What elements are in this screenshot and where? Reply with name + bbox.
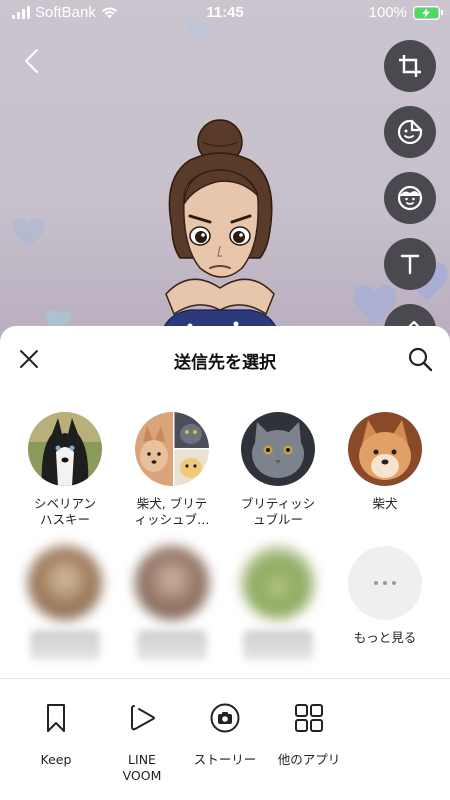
share-story-button[interactable]: ストーリー bbox=[180, 702, 270, 768]
friend-avatar-blurred bbox=[241, 546, 315, 620]
search-icon bbox=[408, 347, 433, 372]
friend-item-blurred[interactable] bbox=[15, 546, 115, 660]
heart-decoration bbox=[12, 218, 46, 248]
friend-item-blurred[interactable] bbox=[228, 546, 328, 660]
crop-icon bbox=[399, 55, 421, 77]
friend-name-blurred bbox=[137, 630, 207, 660]
friend-name: 柴犬, ブリテ ィッシュブ… bbox=[134, 496, 210, 527]
camera-story-icon bbox=[210, 703, 240, 733]
friend-name: 柴犬 bbox=[372, 496, 398, 511]
divider bbox=[0, 678, 450, 679]
more-dots-icon bbox=[348, 546, 422, 620]
friend-item[interactable]: 柴犬, ブリテ ィッシュブ… bbox=[122, 412, 222, 528]
share-keep-button[interactable]: Keep bbox=[11, 702, 101, 768]
more-button[interactable]: もっと見る bbox=[335, 546, 435, 646]
friend-item[interactable]: ブリティッシ ュブルー bbox=[228, 412, 328, 528]
share-label: ストーリー bbox=[193, 752, 257, 767]
friend-name: ブリティッシ ュブルー bbox=[240, 496, 316, 527]
text-button[interactable] bbox=[384, 238, 436, 290]
avatar-face-icon bbox=[397, 185, 423, 211]
avatar-illustration bbox=[159, 119, 281, 340]
battery-percent: 100% bbox=[368, 4, 407, 21]
send-to-bottom-sheet: 送信先を選択 シベリアン ハスキー 柴犬, ブリテ ィッシュブ… ブリティッシ … bbox=[0, 326, 450, 800]
friend-avatar-british-blue bbox=[241, 412, 315, 486]
friend-item[interactable]: シベリアン ハスキー bbox=[15, 412, 115, 528]
back-button[interactable] bbox=[18, 46, 48, 76]
friend-item-blurred[interactable] bbox=[122, 546, 222, 660]
sheet-header: 送信先を選択 bbox=[0, 326, 450, 392]
friend-avatar-husky bbox=[28, 412, 102, 486]
share-voom-button[interactable]: LINE VOOM bbox=[97, 702, 187, 784]
bookmark-icon bbox=[47, 704, 65, 732]
sticker-icon bbox=[397, 119, 423, 145]
text-icon bbox=[400, 254, 420, 275]
share-label: Keep bbox=[40, 752, 72, 767]
search-button[interactable] bbox=[406, 345, 434, 373]
friend-avatar-blurred bbox=[135, 546, 209, 620]
more-label: もっと見る bbox=[353, 630, 417, 645]
crop-button[interactable] bbox=[384, 40, 436, 92]
avatar-button[interactable] bbox=[384, 172, 436, 224]
friend-avatar-blurred bbox=[28, 546, 102, 620]
grid-apps-icon bbox=[295, 704, 323, 732]
share-label: 他のアプリ bbox=[277, 752, 341, 767]
friend-name-blurred bbox=[30, 630, 100, 660]
sheet-title: 送信先を選択 bbox=[174, 353, 276, 373]
share-other-apps-button[interactable]: 他のアプリ bbox=[264, 702, 354, 768]
status-bar: SoftBank 11:45 100% bbox=[0, 0, 450, 26]
chevron-left-icon bbox=[24, 48, 39, 74]
photo-editor-canvas: SoftBank 11:45 100% bbox=[0, 0, 450, 340]
friend-name: シベリアン ハスキー bbox=[33, 496, 96, 527]
voom-play-icon bbox=[131, 705, 155, 731]
friend-avatar-group bbox=[135, 412, 209, 486]
battery-icon bbox=[413, 5, 443, 20]
share-label: LINE VOOM bbox=[122, 752, 162, 783]
friend-name-blurred bbox=[243, 630, 313, 660]
friend-item[interactable]: 柴犬 bbox=[335, 412, 435, 512]
sticker-button[interactable] bbox=[384, 106, 436, 158]
friend-avatar-shiba bbox=[348, 412, 422, 486]
